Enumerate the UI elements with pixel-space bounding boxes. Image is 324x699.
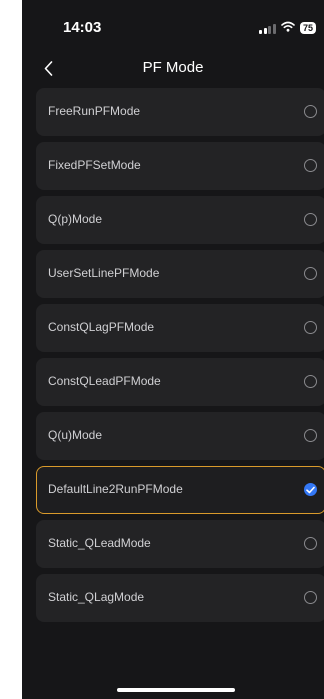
- option-fixedpfsetmode[interactable]: FixedPFSetMode: [36, 142, 324, 190]
- option-label: FreeRunPFMode: [48, 104, 141, 118]
- option-static-qlagmode[interactable]: Static_QLagMode: [36, 574, 324, 622]
- home-indicator[interactable]: [117, 688, 235, 692]
- status-icons: 75: [259, 19, 316, 37]
- option-constqlagpfmode[interactable]: ConstQLagPFMode: [36, 304, 324, 352]
- page-title: PF Mode: [142, 59, 204, 76]
- option-qumode[interactable]: Q(u)Mode: [36, 412, 324, 460]
- option-label: ConstQLeadPFMode: [48, 374, 161, 388]
- status-bar: 14:03 75: [22, 0, 324, 44]
- radio-unchecked-icon[interactable]: [304, 105, 317, 118]
- battery-icon: 75: [299, 22, 316, 34]
- signal-icon: [259, 23, 276, 34]
- radio-unchecked-icon[interactable]: [304, 213, 317, 226]
- pf-mode-list: FreeRunPFMode FixedPFSetMode Q(p)Mode Us…: [36, 88, 324, 628]
- option-static-qleadmode[interactable]: Static_QLeadMode: [36, 520, 324, 568]
- phone-screen: 14:03 75 PF Mode FreeRunPFMode FixedPFSe…: [22, 0, 324, 699]
- radio-unchecked-icon[interactable]: [304, 537, 317, 550]
- option-defaultline2runpfmode[interactable]: DefaultLine2RunPFMode: [36, 466, 324, 514]
- checkmark-icon[interactable]: [304, 483, 317, 496]
- option-label: DefaultLine2RunPFMode: [48, 482, 183, 496]
- radio-unchecked-icon[interactable]: [304, 429, 317, 442]
- nav-bar: PF Mode: [22, 50, 324, 86]
- option-label: FixedPFSetMode: [48, 158, 141, 172]
- option-label: Q(p)Mode: [48, 212, 103, 226]
- option-usersetlinepfmode[interactable]: UserSetLinePFMode: [36, 250, 324, 298]
- status-time: 14:03: [63, 19, 102, 36]
- option-label: Static_QLagMode: [48, 590, 145, 604]
- option-label: UserSetLinePFMode: [48, 266, 160, 280]
- radio-unchecked-icon[interactable]: [304, 267, 317, 280]
- option-constqleadpfmode[interactable]: ConstQLeadPFMode: [36, 358, 324, 406]
- radio-unchecked-icon[interactable]: [304, 159, 317, 172]
- option-freerunpfmode[interactable]: FreeRunPFMode: [36, 88, 324, 136]
- option-qpmode[interactable]: Q(p)Mode: [36, 196, 324, 244]
- option-label: Static_QLeadMode: [48, 536, 151, 550]
- option-label: Q(u)Mode: [48, 428, 103, 442]
- option-label: ConstQLagPFMode: [48, 320, 155, 334]
- radio-unchecked-icon[interactable]: [304, 591, 317, 604]
- wifi-icon: [281, 19, 295, 37]
- radio-unchecked-icon[interactable]: [304, 321, 317, 334]
- radio-unchecked-icon[interactable]: [304, 375, 317, 388]
